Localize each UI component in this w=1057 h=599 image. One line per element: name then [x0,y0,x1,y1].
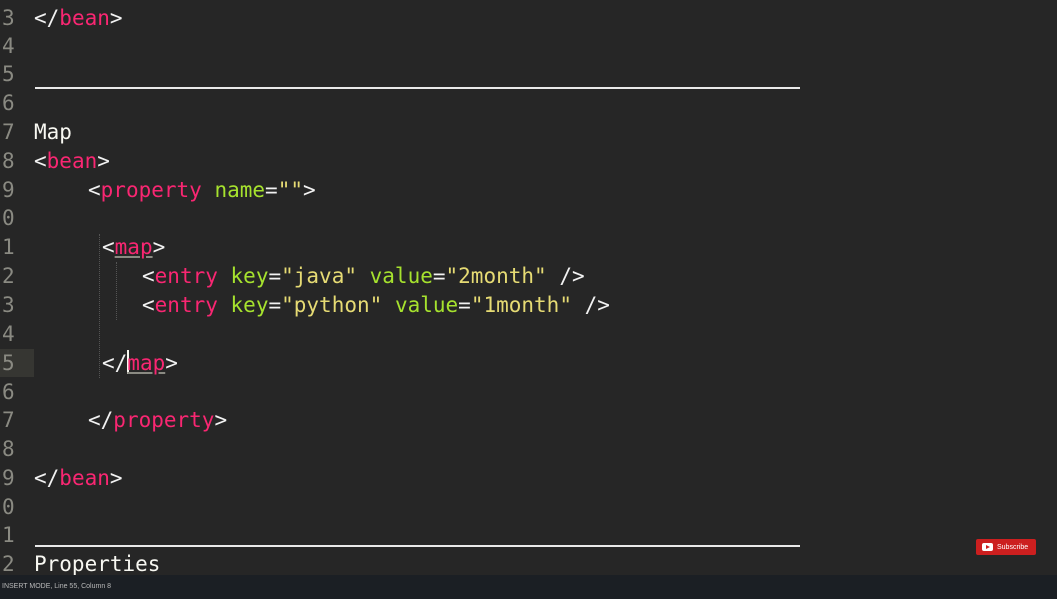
line-number: 7 [2,408,15,432]
line-number: 0 [2,495,15,519]
line-number: 6 [2,380,15,404]
line-number: 9 [2,178,15,202]
section-heading-properties: Properties [34,552,161,575]
subscribe-button[interactable]: Subscribe [976,539,1036,555]
code-line: <entry key="python" value="1month" /> [142,293,610,317]
line-number: 6 [2,91,15,115]
code-line: </bean> [34,6,123,30]
section-heading-map: Map [34,120,72,144]
separator-rule [35,87,800,89]
youtube-play-icon [982,543,993,551]
line-number: 8 [2,149,15,173]
line-number: 3 [2,293,15,317]
code-line: </bean> [34,466,123,490]
code-line: <entry key="java" value="2month" /> [142,264,585,288]
line-number: 7 [2,120,15,144]
line-number: 4 [2,34,15,58]
code-line: <map> [102,235,166,259]
subscribe-label: Subscribe [997,543,1029,551]
line-number: 8 [2,437,15,461]
line-number: 4 [2,322,15,346]
line-number: 9 [2,466,15,490]
line-number: 1 [2,523,15,547]
code-line: </property> [88,408,228,432]
indent-guide [99,234,100,378]
line-number: 2 [2,264,15,288]
line-number: 0 [2,206,15,230]
line-number: 3 [2,6,15,30]
line-number: 1 [2,235,15,259]
code-editor[interactable]: 3 4 5 6 7 8 9 0 1 2 3 4 5 6 7 8 9 0 1 2 … [0,0,1057,575]
line-number: 2 [2,552,15,575]
line-number: 5 [2,62,15,86]
separator-rule [35,545,800,547]
code-line: <bean> [34,149,110,173]
code-line: <property name=""> [88,178,316,202]
status-bar: INSERT MODE, Line 55, Column 8 [0,575,1057,599]
current-line-number: 5 [0,349,34,377]
indent-guide [116,262,117,320]
code-line-current: </map> [102,350,178,375]
